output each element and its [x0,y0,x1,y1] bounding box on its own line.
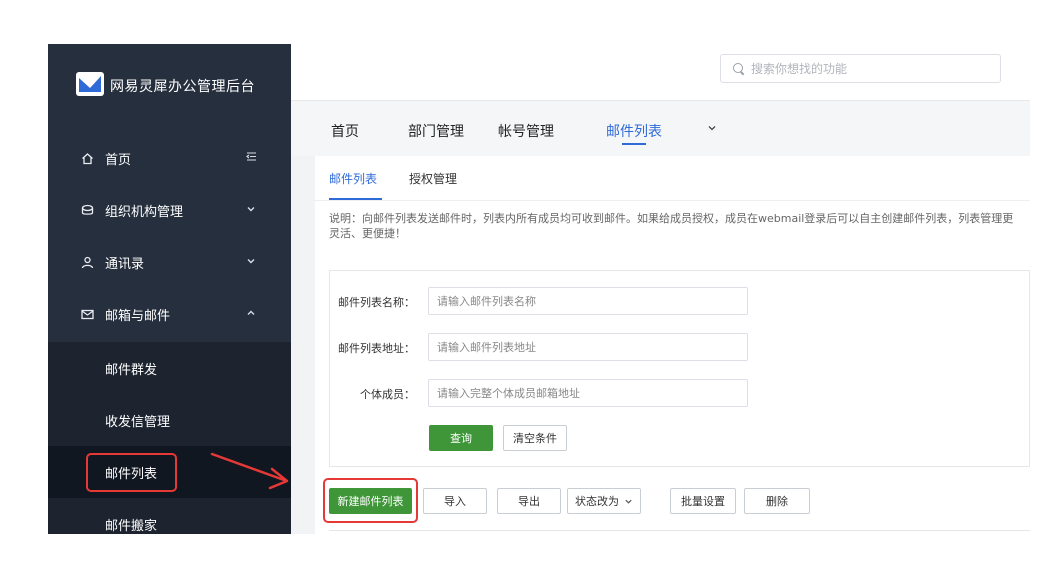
tab-mail-list[interactable]: 邮件列表 [606,121,662,141]
field-label-list-name: 邮件列表名称： [338,296,415,309]
export-button[interactable]: 导出 [497,488,561,514]
sidebar-subitem-mass-mail[interactable]: 邮件群发 [48,342,291,394]
home-icon [80,151,94,165]
app-title: 网易灵犀办公管理后台 [110,79,255,95]
chevron-up-icon [246,308,256,321]
chevron-down-icon[interactable] [707,123,717,136]
clear-conditions-button[interactable]: 清空条件 [503,425,567,451]
menu-collapse-icon[interactable] [246,151,257,165]
filter-form: 邮件列表名称： 邮件列表地址： 个体成员： 查询 清空条件 [329,270,1030,467]
status-change-label: 状态改为 [575,495,619,508]
tab-active-indicator [622,143,646,145]
field-label-member: 个体成员： [360,388,415,401]
query-button[interactable]: 查询 [429,425,493,451]
status-change-dropdown[interactable]: 状态改为 [567,488,641,514]
sidebar-item-contacts[interactable]: 通讯录 [48,236,291,288]
tab-department[interactable]: 部门管理 [408,121,464,141]
field-label-list-address: 邮件列表地址： [338,342,415,355]
highlight-box-sidebar [86,453,177,492]
batch-settings-button[interactable]: 批量设置 [670,488,736,514]
list-name-input[interactable] [428,287,748,315]
sidebar-subitem-label: 邮件搬家 [105,518,158,534]
search-icon [733,62,745,75]
import-button[interactable]: 导入 [423,488,487,514]
tab-accounts[interactable]: 帐号管理 [498,121,554,141]
main-tabs: 首页 部门管理 帐号管理 邮件列表 [291,101,1030,156]
top-bar: 搜索你想找的功能 [291,44,1030,101]
search-placeholder: 搜索你想找的功能 [751,62,848,76]
contacts-icon [80,255,94,269]
sidebar-subitem-label: 收发信管理 [105,414,171,430]
tab-home[interactable]: 首页 [331,121,359,141]
subtab-active-indicator [329,198,382,200]
sidebar-item-label: 组织机构管理 [105,204,184,220]
mail-icon [80,307,94,321]
delete-button[interactable]: 删除 [744,488,810,514]
sidebar-subitem-label: 邮件群发 [105,362,158,378]
admin-window: 网易灵犀办公管理后台 首页 组织机构管理 通讯录 邮箱与邮件 邮件群发 收发信管… [48,44,1030,534]
sidebar-subitem-mail-migration[interactable]: 邮件搬家 [48,498,291,534]
list-address-input[interactable] [428,333,748,361]
highlight-box-new-button [323,478,418,523]
search-box[interactable]: 搜索你想找的功能 [720,54,1001,83]
sidebar: 网易灵犀办公管理后台 首页 组织机构管理 通讯录 邮箱与邮件 邮件群发 收发信管… [48,44,291,534]
chevron-down-icon [246,256,256,269]
description-text: 说明：向邮件列表发送邮件时，列表内所有成员均可收到邮件。如果给成员授权，成员在w… [329,212,1014,240]
sidebar-item-label: 邮箱与邮件 [105,308,171,324]
divider [329,530,1030,531]
sidebar-item-label: 首页 [105,152,132,168]
sidebar-subitem-send-receive[interactable]: 收发信管理 [48,394,291,446]
sidebar-item-home[interactable]: 首页 [48,132,291,184]
sidebar-item-org[interactable]: 组织机构管理 [48,184,291,236]
divider [315,200,1030,201]
subtab-authorization[interactable]: 授权管理 [409,170,457,187]
app-logo [76,72,104,96]
member-email-input[interactable] [428,379,748,407]
subtab-mail-list[interactable]: 邮件列表 [329,170,377,187]
chevron-down-icon [624,497,633,506]
content-panel: 邮件列表 授权管理 说明：向邮件列表发送邮件时，列表内所有成员均可收到邮件。如果… [315,156,1030,534]
chevron-down-icon [246,204,256,217]
org-icon [80,203,94,217]
sidebar-item-label: 通讯录 [105,256,145,272]
sidebar-item-mail[interactable]: 邮箱与邮件 [48,288,291,340]
